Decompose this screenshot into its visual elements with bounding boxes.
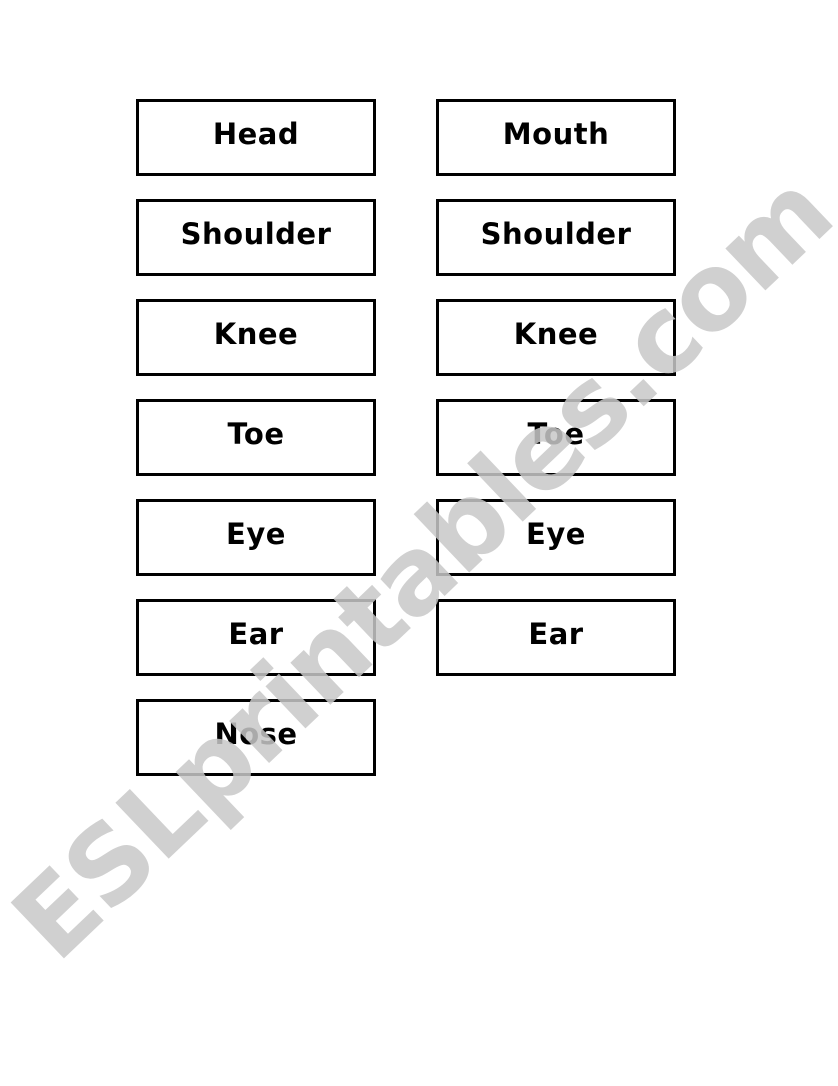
word-card-head: Head — [136, 99, 376, 176]
word-card-shoulder: Shoulder — [436, 199, 676, 276]
word-label: Shoulder — [180, 216, 332, 251]
word-label: Eye — [526, 516, 586, 551]
word-card-shoulder: Shoulder — [136, 199, 376, 276]
word-label: Eye — [226, 516, 286, 551]
word-label: Knee — [513, 316, 599, 351]
word-card-knee: Knee — [436, 299, 676, 376]
word-label: Shoulder — [480, 216, 632, 251]
word-card-nose: Nose — [136, 699, 376, 776]
word-card-ear: Ear — [136, 599, 376, 676]
word-label: Nose — [214, 716, 298, 751]
word-label: Ear — [528, 616, 584, 651]
word-label: Head — [212, 116, 300, 151]
word-card-eye: Eye — [136, 499, 376, 576]
word-card-ear: Ear — [436, 599, 676, 676]
word-label: Mouth — [502, 116, 610, 151]
word-label: Knee — [213, 316, 299, 351]
watermark: ESLprintables.com — [0, 150, 838, 984]
word-label: Toe — [527, 416, 585, 451]
word-label: Ear — [228, 616, 284, 651]
word-card-knee: Knee — [136, 299, 376, 376]
word-card-toe: Toe — [436, 399, 676, 476]
word-card-eye: Eye — [436, 499, 676, 576]
word-card-toe: Toe — [136, 399, 376, 476]
word-label: Toe — [227, 416, 285, 451]
word-card-mouth: Mouth — [436, 99, 676, 176]
